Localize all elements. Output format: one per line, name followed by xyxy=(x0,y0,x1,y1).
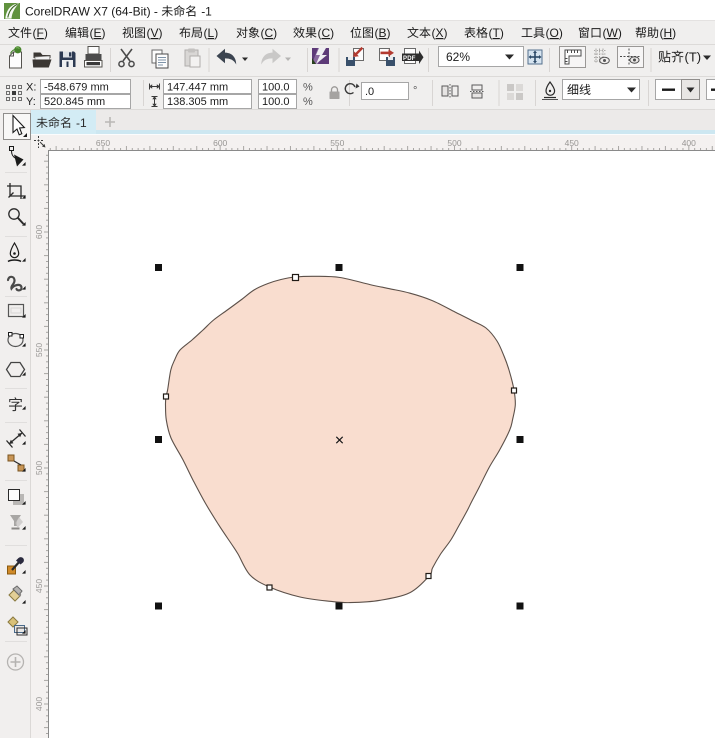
svg-text:147.447 mm: 147.447 mm xyxy=(167,82,228,94)
svg-text:450: 450 xyxy=(34,579,44,593)
svg-text:100.0: 100.0 xyxy=(262,96,290,108)
svg-text:(X): (X) xyxy=(432,26,448,40)
svg-text:PDF: PDF xyxy=(403,56,416,62)
svg-text:520.845 mm: 520.845 mm xyxy=(44,96,105,108)
svg-text:-548.679 mm: -548.679 mm xyxy=(44,82,109,94)
svg-text:550: 550 xyxy=(34,343,44,357)
svg-text:500: 500 xyxy=(447,138,461,148)
svg-text:400: 400 xyxy=(682,138,696,148)
svg-text:(E): (E) xyxy=(90,26,106,40)
svg-text:(H): (H) xyxy=(660,26,677,40)
svg-text:450: 450 xyxy=(565,138,579,148)
svg-text:(C): (C) xyxy=(261,26,278,40)
svg-text:CorelDRAW X7 (64-Bit) -: CorelDRAW X7 (64-Bit) - xyxy=(25,5,158,19)
svg-text:X:: X: xyxy=(26,82,36,94)
svg-text:(V): (V) xyxy=(147,26,163,40)
svg-text:-1: -1 xyxy=(76,116,87,130)
svg-text:600: 600 xyxy=(213,138,227,148)
svg-text:(B): (B) xyxy=(375,26,391,40)
svg-text:%: % xyxy=(303,96,313,108)
svg-text:500: 500 xyxy=(34,461,44,475)
svg-text:-1: -1 xyxy=(201,5,212,19)
svg-text:550: 550 xyxy=(330,138,344,148)
svg-text:(W): (W) xyxy=(603,26,622,40)
svg-text:100.0: 100.0 xyxy=(262,82,290,94)
svg-text:%: % xyxy=(303,82,313,94)
svg-text:600: 600 xyxy=(34,225,44,239)
svg-text:Y:: Y: xyxy=(26,96,36,108)
svg-text:(O): (O) xyxy=(546,26,563,40)
svg-text:400: 400 xyxy=(34,697,44,711)
svg-text:(T): (T) xyxy=(685,50,702,65)
svg-text:(T): (T) xyxy=(489,26,504,40)
svg-text:(L): (L) xyxy=(204,26,219,40)
svg-text:(F): (F) xyxy=(33,26,48,40)
svg-text:650: 650 xyxy=(96,138,110,148)
svg-text:(C): (C) xyxy=(318,26,335,40)
svg-text:.0: .0 xyxy=(365,86,374,98)
svg-text:°: ° xyxy=(413,85,417,97)
svg-text:62%: 62% xyxy=(446,50,470,64)
svg-text:138.305 mm: 138.305 mm xyxy=(167,96,228,108)
